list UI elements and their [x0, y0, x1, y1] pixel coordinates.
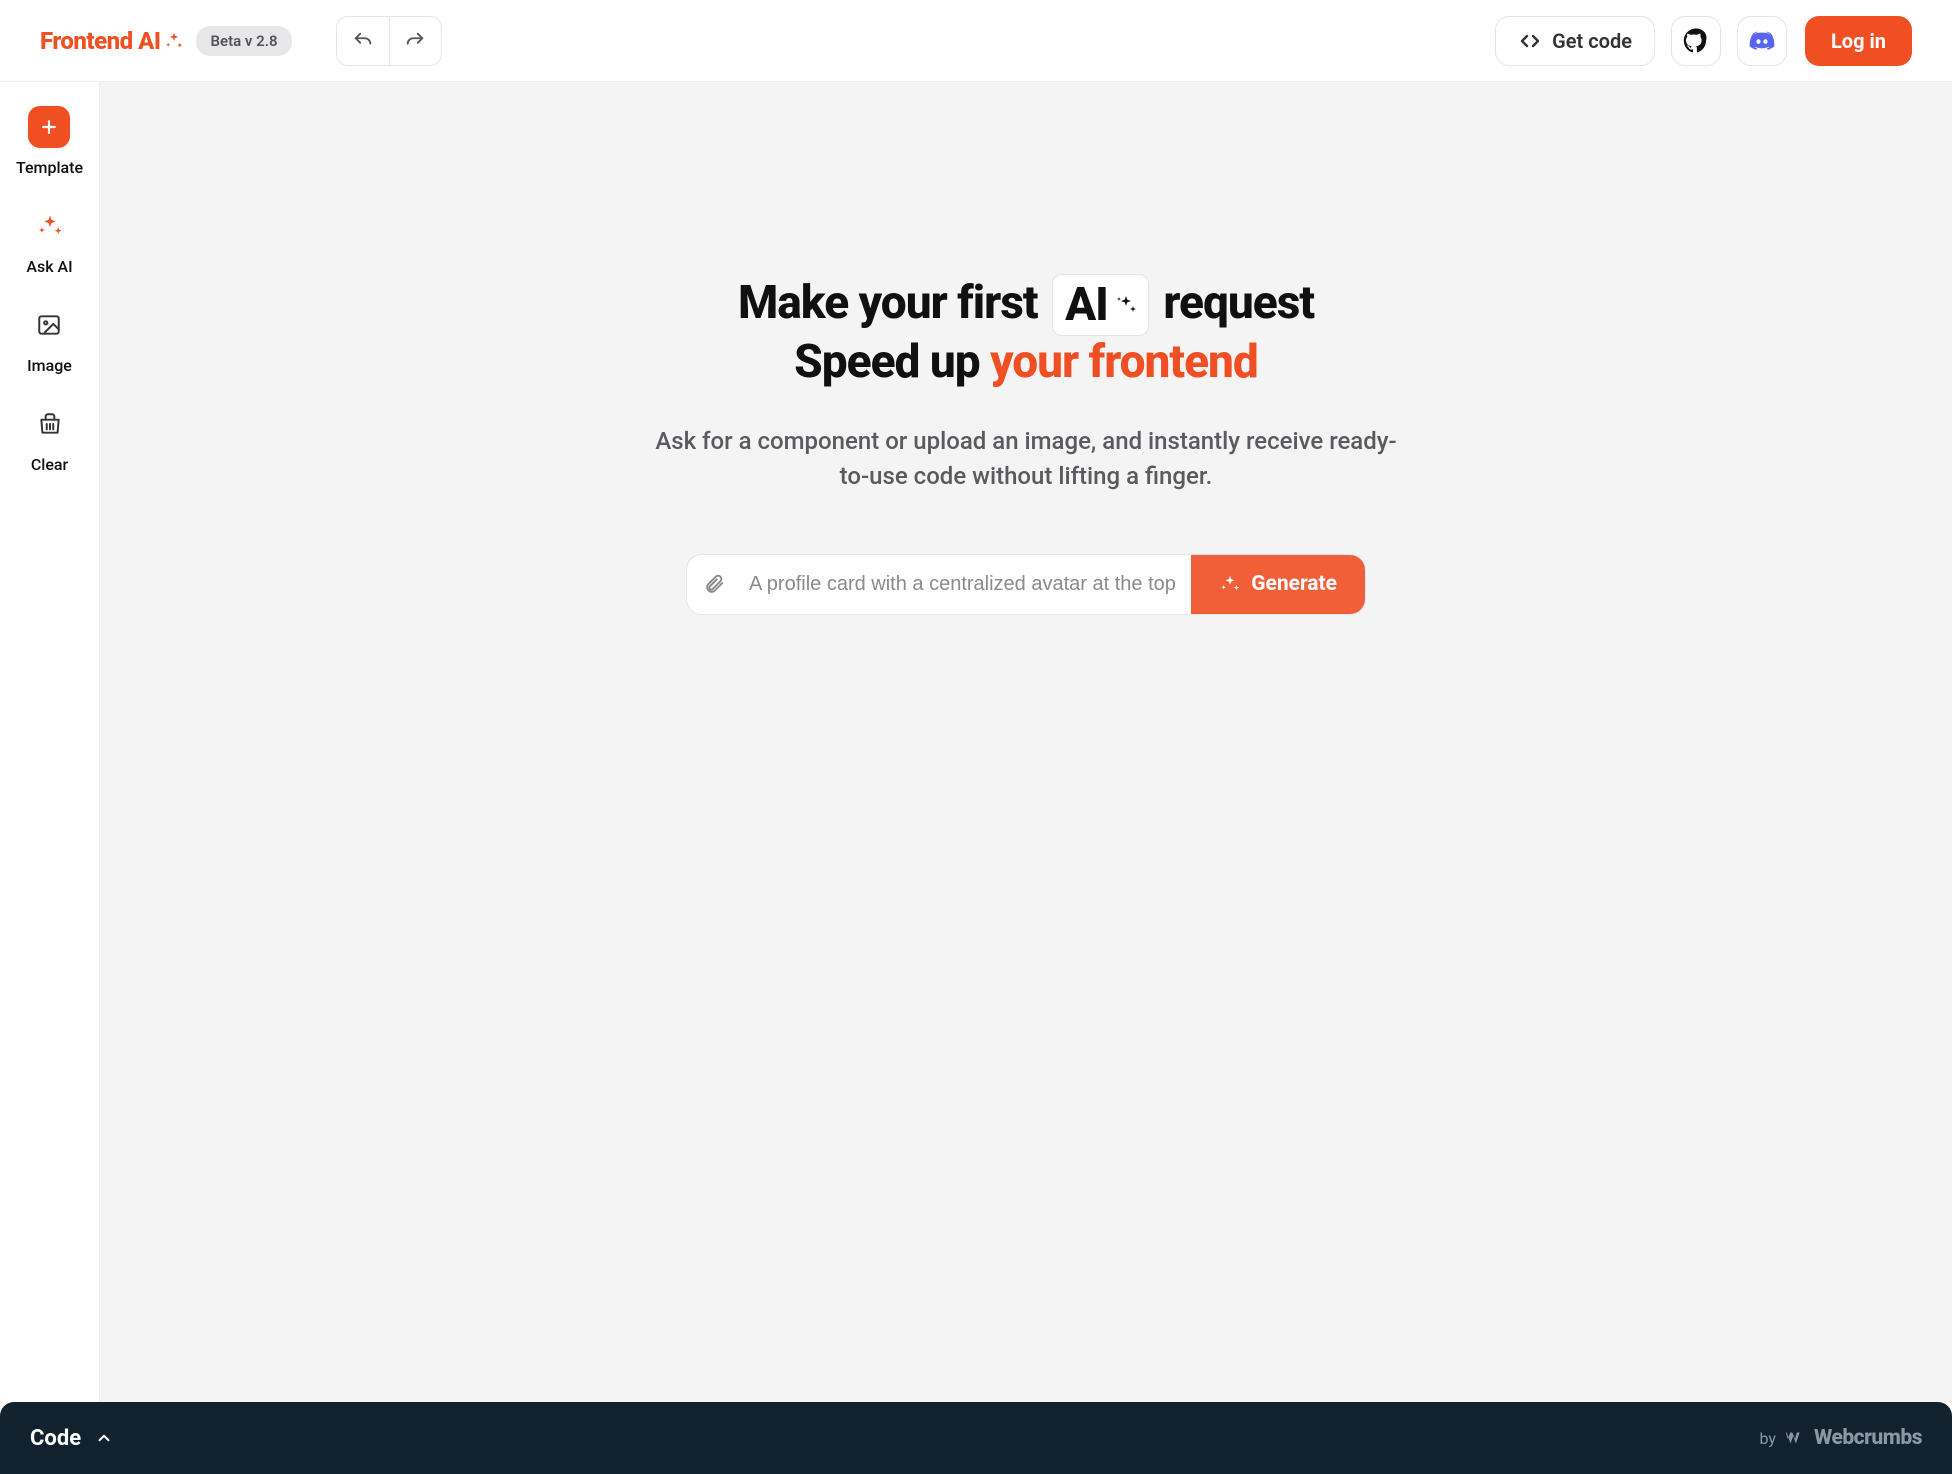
- paperclip-icon: [703, 573, 725, 595]
- history-group: [336, 16, 442, 66]
- header: Frontend AI Beta v 2.8 Get code: [0, 0, 1952, 82]
- sparkle-icon: [29, 205, 71, 247]
- webcrumbs-logo-icon: [1784, 1427, 1806, 1449]
- sidebar-item-label: Template: [16, 158, 83, 177]
- footer: Code by Webcrumbs: [0, 1402, 1952, 1474]
- clear-icon: [29, 403, 71, 445]
- discord-button[interactable]: [1737, 16, 1787, 66]
- logo[interactable]: Frontend AI: [40, 27, 184, 55]
- code-icon: [1518, 29, 1542, 53]
- github-button[interactable]: [1671, 16, 1721, 66]
- main-canvas: Make your first AI request Speed up your…: [100, 82, 1952, 1402]
- generate-button[interactable]: Generate: [1191, 555, 1365, 614]
- code-panel-toggle[interactable]: Code: [30, 1426, 113, 1451]
- footer-brand[interactable]: by Webcrumbs: [1760, 1426, 1923, 1450]
- code-panel-label: Code: [30, 1426, 81, 1451]
- sparkle-icon: [1114, 293, 1138, 317]
- ai-chip-text: AI: [1065, 277, 1108, 333]
- sidebar-item-askai[interactable]: Ask AI: [26, 199, 72, 290]
- sidebar-item-label: Ask AI: [26, 257, 72, 276]
- version-badge: Beta v 2.8: [196, 26, 291, 56]
- undo-icon: [352, 30, 374, 52]
- sidebar: Template Ask AI Image: [0, 82, 100, 1402]
- login-label: Log in: [1831, 29, 1886, 53]
- ai-chip: AI: [1052, 274, 1149, 336]
- sparkle-icon: [1219, 573, 1241, 595]
- login-button[interactable]: Log in: [1805, 16, 1912, 66]
- generate-label: Generate: [1251, 572, 1337, 596]
- hero-subtitle: Ask for a component or upload an image, …: [646, 424, 1406, 494]
- sparkle-icon: [164, 31, 184, 51]
- chevron-up-icon: [95, 1429, 113, 1447]
- prompt-input[interactable]: [741, 555, 1191, 614]
- github-icon: [1683, 28, 1709, 54]
- hero-line2a: Speed up: [794, 335, 990, 389]
- get-code-label: Get code: [1552, 29, 1632, 53]
- sidebar-item-label: Image: [27, 356, 72, 375]
- image-icon: [28, 304, 70, 346]
- brand-label: Webcrumbs: [1814, 1426, 1922, 1450]
- sidebar-item-image[interactable]: Image: [27, 298, 72, 389]
- sidebar-item-template[interactable]: Template: [16, 100, 83, 191]
- sidebar-item-clear[interactable]: Clear: [29, 397, 71, 488]
- plus-icon: [28, 106, 70, 148]
- prompt-bar: Generate: [686, 554, 1366, 615]
- sidebar-item-label: Clear: [31, 455, 68, 474]
- logo-text: Frontend AI: [40, 27, 160, 55]
- attach-button[interactable]: [687, 555, 741, 614]
- hero-line2-accent: your frontend: [990, 335, 1258, 389]
- redo-button[interactable]: [389, 17, 441, 65]
- by-label: by: [1760, 1429, 1776, 1448]
- redo-icon: [404, 30, 426, 52]
- hero-line1a: Make your first: [738, 276, 1048, 330]
- discord-icon: [1748, 27, 1776, 55]
- undo-button[interactable]: [337, 17, 389, 65]
- hero-title: Make your first AI request Speed up your…: [738, 272, 1314, 390]
- get-code-button[interactable]: Get code: [1495, 16, 1655, 66]
- hero-line1b: request: [1163, 276, 1314, 330]
